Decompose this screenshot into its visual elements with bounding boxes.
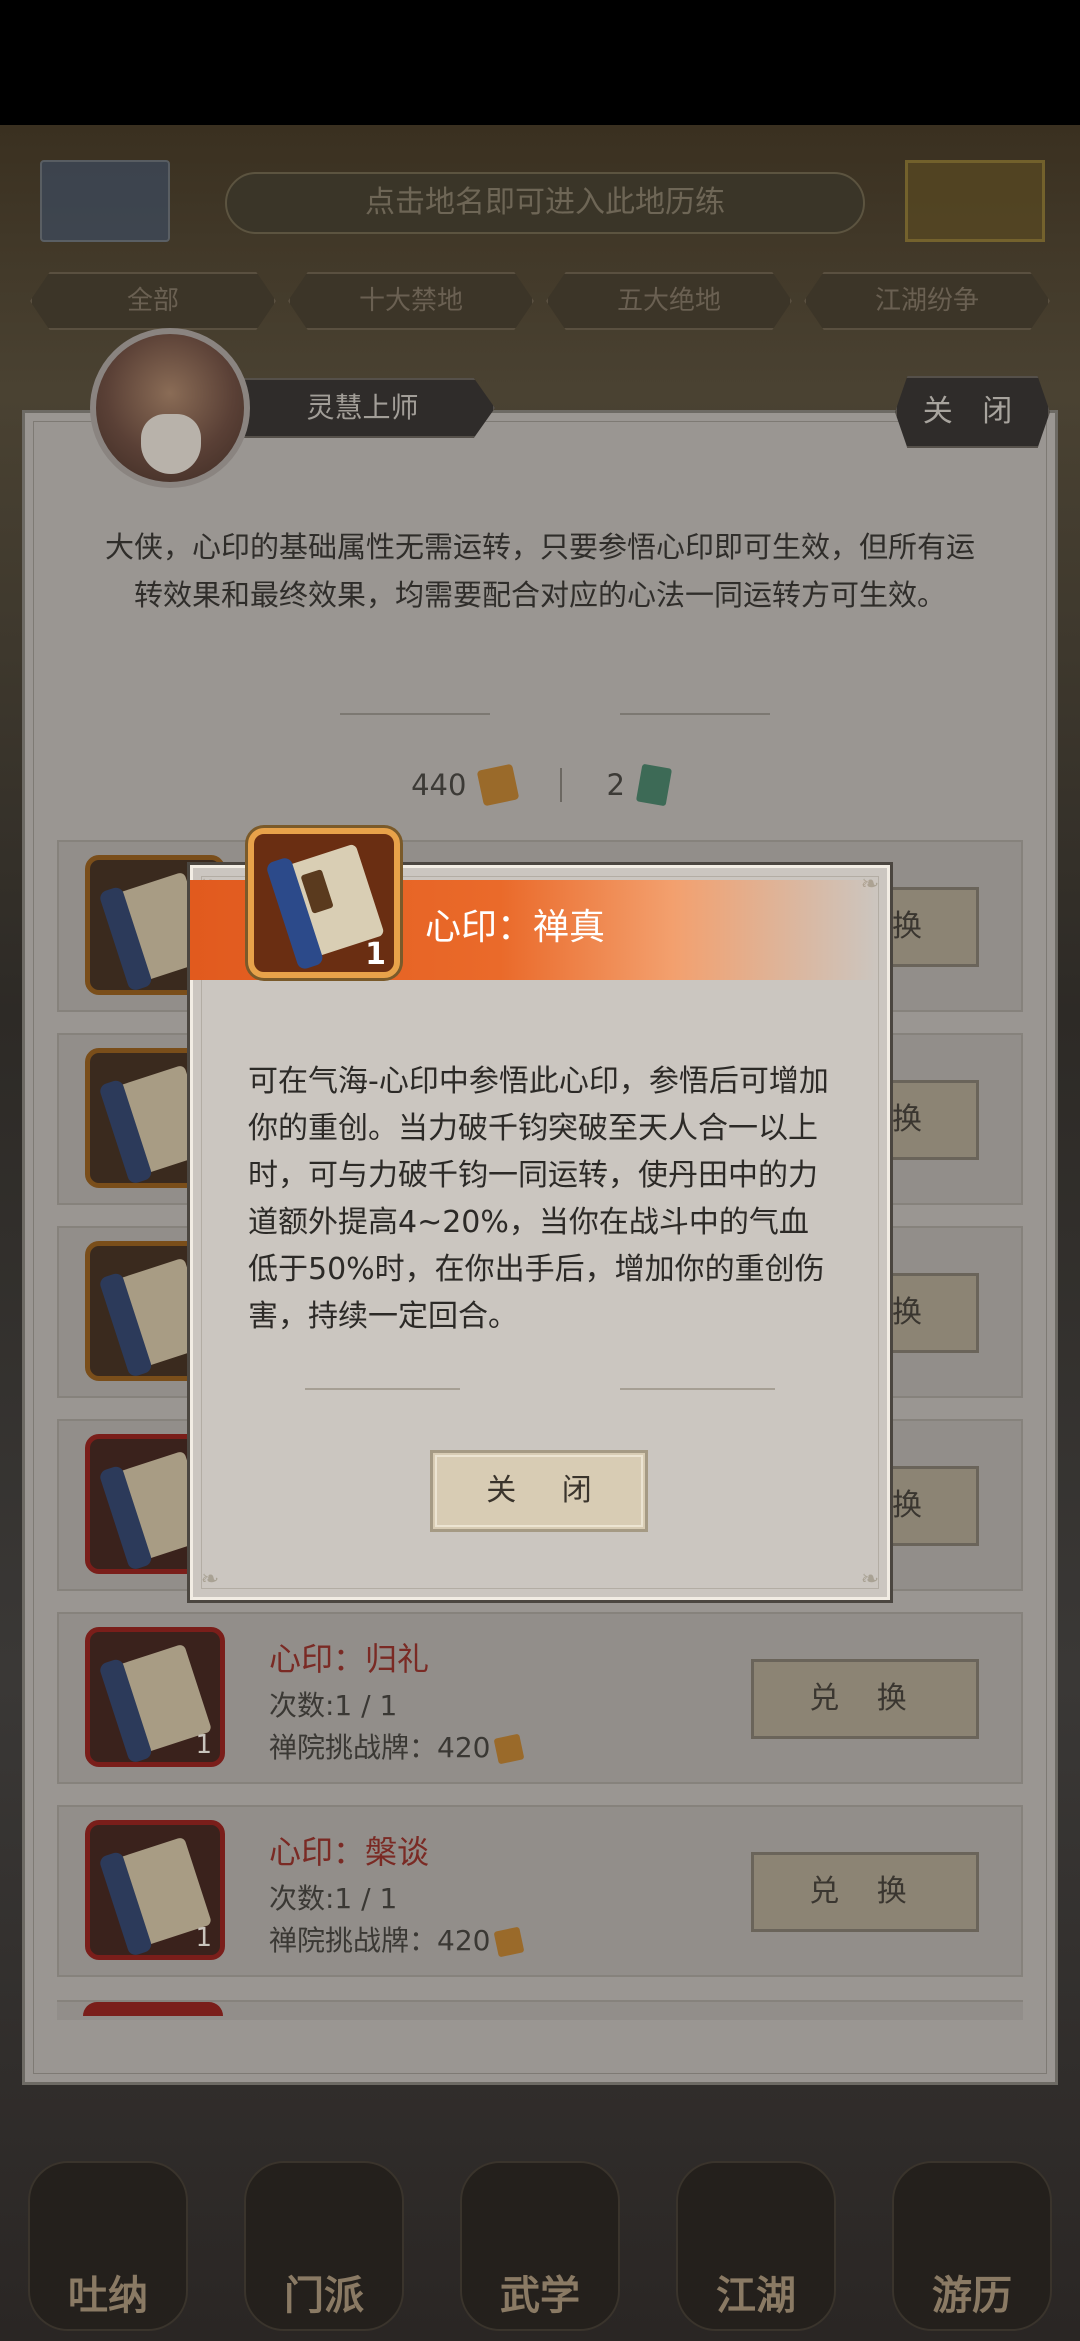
item-times: 次数:1 / 1	[269, 1689, 398, 1722]
exchange-button[interactable]: 兑 换	[751, 1852, 979, 1932]
modal-close-button[interactable]: 关 闭	[430, 1450, 648, 1532]
intro-text: 大侠，心印的基础属性无需运转，只要参悟心印即可生效，但所有运转效果和最终效果，均…	[105, 530, 976, 612]
tab-ten-forbidden[interactable]: 十大禁地	[288, 272, 534, 330]
item-cost: 禅院挑战牌：420	[269, 1919, 525, 1959]
challenge-token-icon	[477, 763, 520, 807]
corner-ornament-icon: ❧	[200, 1567, 220, 1592]
nav-martial[interactable]: 武学	[460, 2161, 620, 2331]
nav-sect[interactable]: 门派	[244, 2161, 404, 2331]
item-count-badge: 1	[195, 1730, 212, 1760]
divider-right	[620, 713, 770, 715]
scroll-icon[interactable]: 1	[85, 1820, 225, 1960]
bottom-nav: 吐纳 门派 武学 江湖 游历	[0, 2140, 1080, 2341]
item-times: 次数:1 / 1	[269, 1882, 398, 1915]
corner-ornament-icon: ❧	[860, 1567, 880, 1592]
item-cost-text: 禅院挑战牌：420	[269, 1731, 491, 1764]
item-cost: 禅院挑战牌：420	[269, 1726, 525, 1766]
scroll-icon: 1	[248, 828, 400, 978]
map-icon[interactable]	[905, 160, 1045, 242]
modal-description: 可在气海-心印中参悟此心印，参悟后可增加你的重创。当力破千钧突破至天人合一以上时…	[248, 1064, 829, 1334]
challenge-token-icon	[494, 1733, 525, 1765]
coin-amount: 440	[411, 768, 467, 802]
tab-all[interactable]: 全部	[30, 272, 276, 330]
book-icon[interactable]	[40, 160, 170, 242]
item-count-badge: 1	[195, 1923, 212, 1953]
divider-left	[340, 713, 490, 715]
item-title: 心印：槃谈	[269, 1833, 430, 1871]
modal-title: 心印：禅真	[425, 907, 606, 948]
item-title: 心印：归礼	[269, 1640, 430, 1678]
jade-amount: 2	[606, 768, 625, 802]
panel-close-button[interactable]: 关 闭	[895, 376, 1050, 448]
challenge-token-icon	[494, 1926, 525, 1958]
scroll-seal	[300, 869, 334, 914]
currency-row: 440 2	[300, 760, 780, 810]
nav-tuna[interactable]: 吐纳	[28, 2161, 188, 2331]
list-item: 1 心印：归礼 次数:1 / 1 禅院挑战牌：420 兑 换	[57, 1612, 1023, 1784]
modal-divider-right	[620, 1388, 775, 1390]
nav-travel[interactable]: 游历	[892, 2161, 1052, 2331]
modal-divider-left	[305, 1388, 460, 1390]
npc-avatar	[90, 328, 250, 488]
status-bar	[0, 0, 1080, 125]
item-cost-text: 禅院挑战牌：420	[269, 1924, 491, 1957]
scroll-icon[interactable]: 1	[85, 1627, 225, 1767]
exchange-button[interactable]: 兑 换	[751, 1659, 979, 1739]
item-count-badge: 1	[365, 937, 386, 972]
npc-name-plate: 灵慧上师	[230, 378, 495, 438]
tab-five-lands[interactable]: 五大绝地	[546, 272, 792, 330]
map-hint-bar: 点击地名即可进入此地历练	[225, 172, 865, 234]
currency-separator	[560, 768, 563, 802]
avatar-beard	[141, 414, 201, 474]
tab-jianghu-dispute[interactable]: 江湖纷争	[804, 272, 1050, 330]
jade-token-icon	[635, 763, 672, 807]
filter-tabs: 全部 十大禁地 五大绝地 江湖纷争	[30, 272, 1050, 334]
nav-jianghu[interactable]: 江湖	[676, 2161, 836, 2331]
list-item: 1 心印：槃谈 次数:1 / 1 禅院挑战牌：420 兑 换	[57, 1805, 1023, 1977]
list-item-partial	[57, 2000, 1023, 2020]
